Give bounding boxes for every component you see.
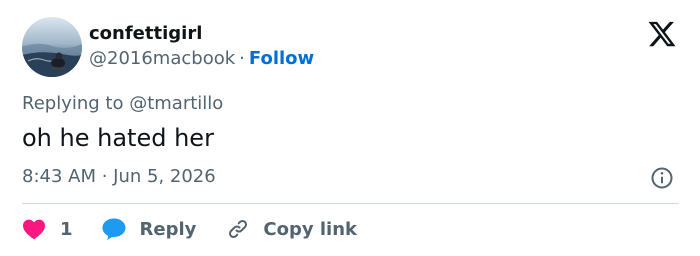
- link-icon: [229, 219, 248, 239]
- heart-icon: [23, 219, 45, 240]
- replying-to-label[interactable]: Replying to @tmartillo: [22, 92, 223, 116]
- handle-row: @2016macbook · Follow: [89, 47, 314, 71]
- divider: [22, 203, 679, 204]
- info-icon[interactable]: [650, 166, 674, 190]
- tweet-timestamp[interactable]: 8:43 AM · Jun 5, 2026: [22, 165, 216, 189]
- x-logo-icon[interactable]: [647, 19, 677, 49]
- copy-link-button[interactable]: Copy link: [226, 217, 357, 241]
- user-handle[interactable]: @2016macbook: [89, 48, 235, 69]
- avatar-photo: [22, 17, 82, 77]
- speech-bubble-icon: [102, 218, 126, 240]
- avatar[interactable]: [22, 17, 82, 77]
- copy-link-label: Copy link: [263, 218, 357, 240]
- reply-label: Reply: [139, 218, 197, 240]
- separator-dot: ·: [239, 48, 245, 69]
- tweet-text: oh he hated her: [22, 124, 214, 152]
- display-name[interactable]: confettigirl: [89, 22, 202, 46]
- follow-button[interactable]: Follow: [249, 48, 314, 69]
- action-bar: 1 Reply Copy link: [22, 216, 357, 242]
- tweet-card: confettigirl @2016macbook · Follow Replyin…: [0, 0, 700, 256]
- like-count: 1: [60, 218, 73, 240]
- reply-button[interactable]: Reply: [101, 217, 197, 241]
- like-button[interactable]: 1: [22, 218, 73, 240]
